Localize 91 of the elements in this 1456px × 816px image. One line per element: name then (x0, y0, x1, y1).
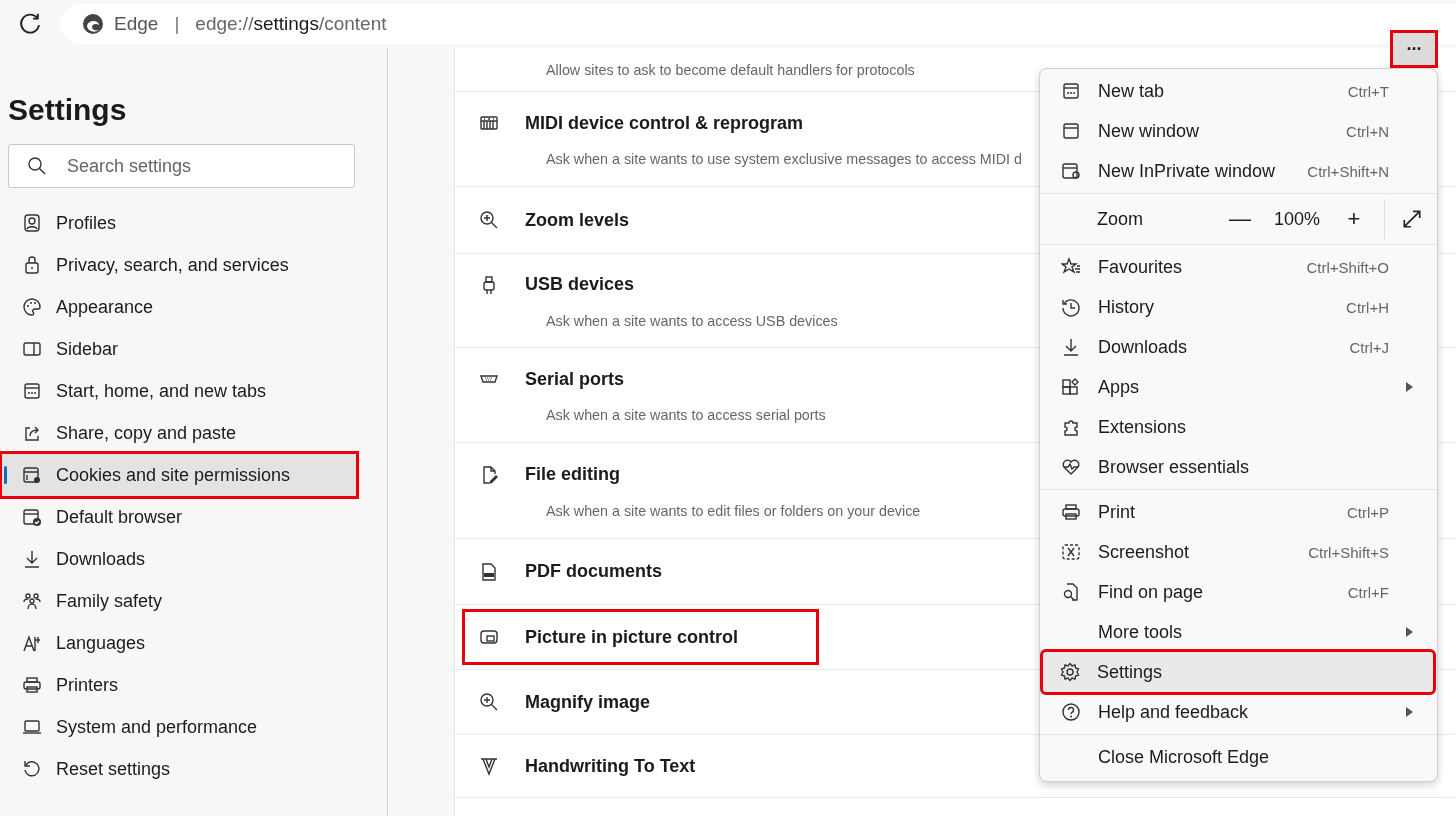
permission-title[interactable]: File editing (525, 464, 620, 485)
window-icon (1061, 121, 1081, 141)
printer-icon (22, 675, 42, 695)
new-tab-icon (22, 381, 42, 401)
menu-item[interactable]: New InPrivate window Ctrl+Shift+N (1044, 151, 1433, 191)
zoom-out-button[interactable]: — (1218, 206, 1262, 232)
menu-item[interactable]: Screenshot Ctrl+Shift+S (1044, 532, 1433, 572)
sidebar-item[interactable]: Start, home, and new tabs (8, 370, 356, 412)
permission-description: Allow sites to ask to become default handlers for protocols (546, 60, 915, 80)
download-icon (1061, 337, 1081, 357)
sidebar-item[interactable]: Appearance (8, 286, 356, 328)
permission-title[interactable]: MIDI device control & reprogram (525, 112, 804, 134)
menu-item[interactable]: Apps (1044, 367, 1433, 407)
browser-logo-icon (82, 13, 104, 35)
menu-item[interactable]: Browser essentials (1044, 447, 1433, 487)
laptop-icon (22, 717, 42, 737)
zoom-in-button[interactable]: + (1332, 206, 1376, 232)
menu-item[interactable]: More tools (1044, 612, 1433, 652)
printer-icon (1061, 502, 1081, 522)
settings-title: Settings (8, 92, 128, 128)
puzzle-icon (1061, 417, 1081, 437)
browser-label: Edge (114, 13, 159, 35)
permission-title[interactable]: PDF documents (525, 561, 662, 582)
permission-title[interactable]: Zoom levels (525, 209, 630, 231)
sidebar-item[interactable]: Printers (8, 664, 356, 706)
permission-description: Ask when a site wants to access USB devices (546, 311, 838, 331)
lock-icon (22, 255, 42, 275)
sidebar-item[interactable]: Sidebar (8, 328, 356, 370)
palette-icon (22, 297, 42, 317)
language-icon (22, 633, 42, 653)
sidebar-item[interactable]: Privacy, search, and services (8, 244, 356, 286)
reset-icon (22, 759, 42, 779)
address-bar[interactable]: Edge | edge://settings/content (60, 4, 1456, 44)
reload-icon (18, 12, 42, 36)
heart-pulse-icon (1061, 457, 1081, 477)
permission-description: Ask when a site wants to edit files or folders on your device (546, 501, 921, 521)
search-field[interactable]: Search settings (8, 144, 355, 188)
menu-item[interactable]: Help and feedback (1044, 692, 1433, 732)
menu-item[interactable]: Downloads Ctrl+J (1044, 327, 1433, 367)
sidebar-item[interactable]: System and performance (8, 706, 356, 748)
url-text: edge://settings/content (195, 13, 387, 35)
apps-icon (1061, 377, 1081, 397)
menu-item[interactable]: Favourites Ctrl+Shift+O (1044, 247, 1433, 287)
picture-in-picture-icon (479, 627, 499, 647)
permission-title[interactable]: Magnify image (525, 691, 651, 713)
permission-description: Ask when a site wants to use system exclusive messages to access MIDI d (546, 150, 1022, 169)
zoom-in-icon (479, 210, 499, 230)
site-permissions-icon (22, 465, 42, 485)
new-tab-icon (1061, 81, 1081, 101)
browser-check-icon (22, 507, 42, 527)
download-icon (22, 549, 42, 569)
menu-item[interactable]: Extensions (1044, 407, 1433, 447)
sidebar-item[interactable]: Downloads (8, 538, 356, 580)
menu-item[interactable]: History Ctrl+H (1044, 287, 1433, 327)
sidebar-icon (22, 339, 42, 359)
zoom-value: 100% (1272, 208, 1321, 230)
sidebar-item[interactable]: Family safety (8, 580, 356, 622)
permission-title[interactable]: Picture in picture control (525, 626, 739, 648)
permission-title[interactable]: Handwriting To Text (525, 755, 696, 777)
zoom-in-icon (479, 692, 499, 712)
history-icon (1061, 297, 1081, 317)
menu-item[interactable]: Print Ctrl+P (1044, 492, 1433, 532)
pen-nib-icon (479, 756, 499, 776)
menu-item[interactable]: Settings (1043, 652, 1433, 692)
inprivate-window-icon (1061, 161, 1081, 181)
permission-title[interactable]: USB devices (525, 274, 635, 295)
expand-arrow-icon (1401, 208, 1423, 230)
screenshot-icon (1061, 542, 1081, 562)
menu-item[interactable]: Close Microsoft Edge (1044, 737, 1433, 777)
zoom-label: Zoom (1097, 208, 1144, 230)
sidebar-item[interactable]: Default browser (8, 496, 356, 538)
permission-title[interactable]: Serial ports (525, 368, 625, 390)
sidebar-item[interactable]: Cookies and site permissions (2, 454, 356, 496)
sidebar-item[interactable]: Languages (8, 622, 356, 664)
profile-icon (22, 213, 42, 233)
sidebar-item[interactable]: Reset settings (8, 748, 356, 790)
menu-item[interactable]: New tab Ctrl+T (1044, 71, 1433, 111)
menu-item[interactable]: Find on page Ctrl+F (1044, 572, 1433, 612)
help-icon (1061, 702, 1081, 722)
keyboard-icon (479, 113, 499, 133)
separator-text: | (174, 13, 180, 35)
find-on-page-icon (1061, 582, 1081, 602)
search-icon (27, 156, 47, 176)
permission-description: Ask when a site wants to access serial ports (546, 406, 826, 425)
more-options-button[interactable]: ··· (1390, 30, 1438, 68)
settings-icon (1060, 662, 1080, 682)
pdf-file-icon (479, 561, 499, 582)
menu-item[interactable]: New window Ctrl+N (1044, 111, 1433, 151)
sidebar-item[interactable]: Profiles (8, 202, 356, 244)
family-icon (22, 591, 42, 611)
sidebar-item[interactable]: Share, copy and paste (8, 412, 356, 454)
